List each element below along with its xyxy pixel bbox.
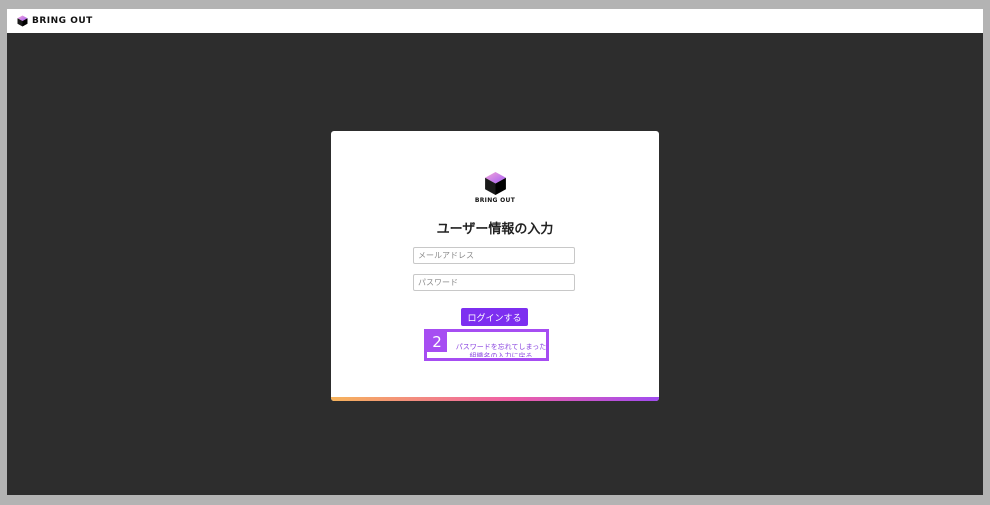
cube-logo-icon [484,172,506,195]
password-input[interactable] [413,274,575,291]
forgot-password-link[interactable]: パスワードを忘れてしまった [451,343,551,352]
top-bar: BRING OUT [7,9,983,33]
brand-name: BRING OUT [32,16,93,26]
cube-logo-icon [17,15,28,27]
login-button[interactable]: ログインする [461,308,528,326]
app-viewport: BRING OUT BRING OUT ユーザー情報の入力 ログインする [7,9,983,495]
page-title: ユーザー情報の入力 [436,222,554,237]
header-brand[interactable]: BRING OUT [17,14,93,28]
card-gradient-bar [331,397,659,401]
card-logo: BRING OUT [331,171,659,204]
email-input[interactable] [413,247,575,264]
back-to-organization-link[interactable]: 組織名の入力に戻る [451,352,551,357]
login-card: BRING OUT ユーザー情報の入力 ログインする 2 パスワードを忘れてしま… [331,131,659,401]
card-logo-text: BRING OUT [474,197,516,204]
annotation-highlight: 2 パスワードを忘れてしまった 組織名の入力に戻る [424,329,549,361]
annotation-badge: 2 [427,332,447,352]
